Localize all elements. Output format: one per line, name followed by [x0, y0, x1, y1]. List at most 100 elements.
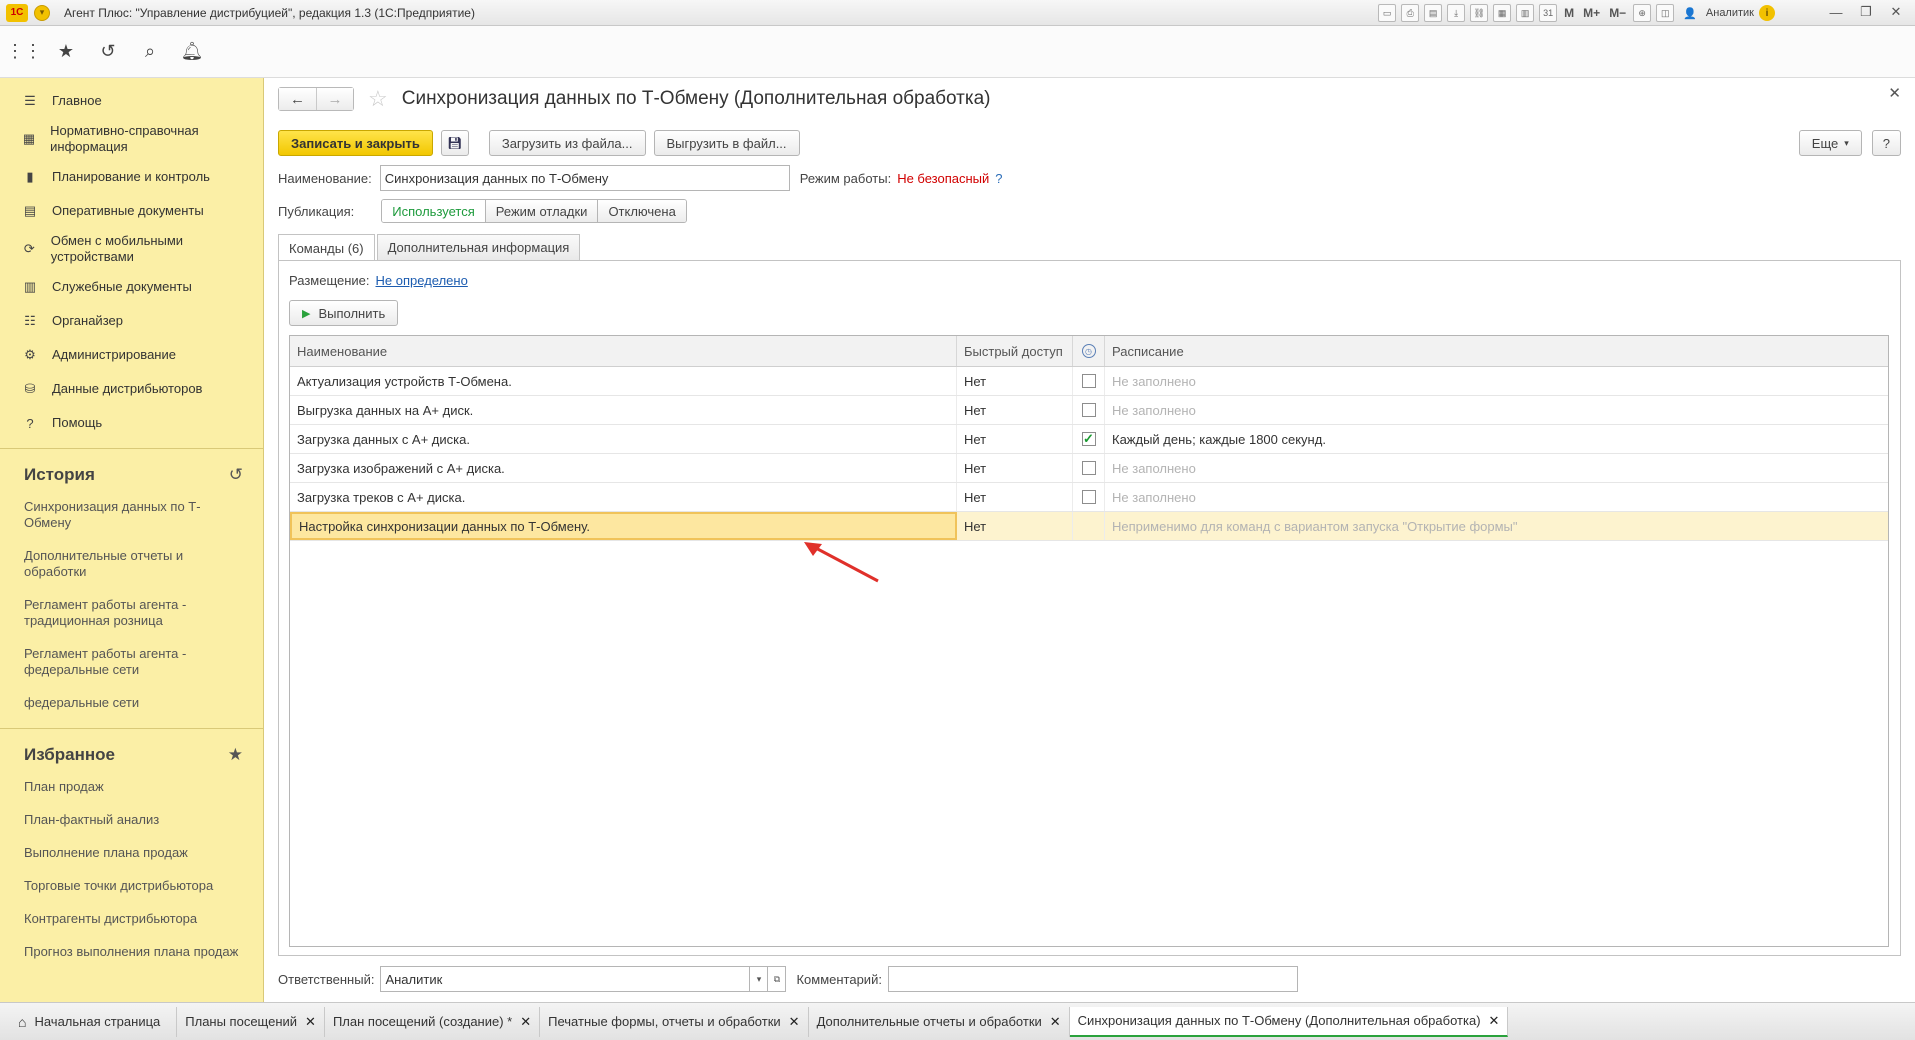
apps-grid-icon[interactable]: ⋮⋮	[6, 41, 42, 62]
favorites-star-icon[interactable]: ★	[228, 745, 243, 765]
sidebar-item-administration[interactable]: ⚙ Администрирование	[0, 338, 263, 372]
bell-icon[interactable]: 🔔︎	[181, 41, 204, 62]
memory-m-icon[interactable]: M	[1562, 6, 1576, 20]
task-tab-visit-plans[interactable]: Планы посещений ✕	[177, 1006, 325, 1037]
search-icon[interactable]: ⌕	[140, 41, 160, 62]
task-tab-home[interactable]: ⌂ Начальная страница	[8, 1006, 178, 1037]
unload-to-file-button[interactable]: Выгрузить в файл...	[653, 130, 800, 156]
history-clock-icon[interactable]: ↺	[229, 465, 243, 485]
schedule-checkbox[interactable]	[1081, 374, 1096, 388]
sidebar-item-distributor-data[interactable]: ⛁ Данные дистрибьюторов	[0, 372, 263, 406]
close-form-icon[interactable]: ✕	[1888, 84, 1901, 102]
history-icon[interactable]: ↺	[98, 41, 118, 62]
main-menu-dropdown-icon[interactable]: ▾	[34, 4, 50, 21]
history-item[interactable]: Дополнительные отчеты и обработки	[0, 548, 263, 580]
column-header-schedule-flag[interactable]: ◷	[1073, 336, 1105, 366]
history-item[interactable]: Синхронизация данных по Т-Обмену	[0, 499, 263, 531]
app-logo-icon[interactable]: 1С	[6, 3, 28, 22]
column-header-name[interactable]: Наименование	[290, 336, 957, 366]
close-window-icon[interactable]: ✕	[1883, 2, 1909, 22]
favorite-item[interactable]: Контрагенты дистрибьютора	[0, 911, 263, 927]
back-arrow-icon[interactable]: ←	[279, 88, 316, 110]
task-tab-additional-reports[interactable]: Дополнительные отчеты и обработки ✕	[809, 1006, 1070, 1037]
calculator-icon[interactable]: ▥	[1516, 4, 1535, 22]
task-tab-print-forms[interactable]: Печатные формы, отчеты и обработки ✕	[540, 1006, 809, 1037]
save-icon[interactable]: ▭	[1378, 4, 1397, 22]
sidebar-item-organizer[interactable]: ☷ Органайзер	[0, 304, 263, 338]
publication-used[interactable]: Используется	[382, 200, 485, 222]
close-tab-icon[interactable]: ✕	[520, 1014, 531, 1030]
attach-icon[interactable]: ⤓	[1447, 4, 1466, 22]
panels-icon[interactable]: ◫	[1656, 4, 1675, 22]
close-tab-icon[interactable]: ✕	[305, 1014, 316, 1030]
favorite-item[interactable]: Торговые точки дистрибьютора	[0, 878, 263, 894]
column-header-quick-access[interactable]: Быстрый доступ	[957, 336, 1073, 366]
tab-additional-info[interactable]: Дополнительная информация	[376, 234, 581, 260]
table-row-selected[interactable]: Настройка синхронизации данных по Т-Обме…	[290, 512, 1888, 541]
favorite-item[interactable]: План-фактный анализ	[0, 812, 263, 828]
help-button[interactable]: ?	[1871, 130, 1901, 156]
mode-help-link[interactable]: ?	[995, 171, 1002, 186]
sidebar-item-service-docs[interactable]: ▥ Служебные документы	[0, 270, 263, 304]
schedule-checkbox[interactable]	[1081, 403, 1096, 417]
current-user[interactable]: Аналитик	[1706, 7, 1754, 19]
publication-debug[interactable]: Режим отладки	[484, 200, 598, 222]
preview-icon[interactable]: ▤	[1424, 4, 1443, 22]
print-icon[interactable]: ⎙	[1401, 4, 1420, 22]
sidebar-item-main[interactable]: ☰ Главное	[0, 84, 263, 118]
link-icon[interactable]: ⛓	[1470, 4, 1489, 22]
table-row[interactable]: Актуализация устройств Т-Обмена. Нет Не …	[290, 367, 1888, 396]
table-row[interactable]: Загрузка треков с А+ диска. Нет Не запол…	[290, 483, 1888, 512]
placement-link[interactable]: Не определено	[376, 273, 468, 288]
tab-commands[interactable]: Команды (6)	[278, 234, 375, 261]
close-tab-icon[interactable]: ✕	[1050, 1014, 1061, 1030]
sidebar-item-help[interactable]: ? Помощь	[0, 406, 263, 440]
form-tabs: Команды (6) Дополнительная информация	[278, 234, 581, 261]
name-field[interactable]: Синхронизация данных по Т-Обмену	[379, 165, 790, 191]
responsible-open-icon[interactable]: ⧉	[768, 966, 787, 992]
table-icon[interactable]: ▦	[1493, 4, 1512, 22]
forward-arrow-icon[interactable]: →	[316, 88, 353, 110]
task-tab-sync-current[interactable]: Синхронизация данных по Т-Обмену (Дополн…	[1069, 1006, 1509, 1037]
table-row[interactable]: Выгрузка данных на А+ диск. Нет Не запол…	[290, 396, 1888, 425]
calendar-icon[interactable]: 31	[1539, 4, 1558, 22]
zoom-icon[interactable]: ⊕	[1633, 4, 1652, 22]
restore-icon[interactable]: ❐	[1853, 2, 1879, 22]
favorite-item[interactable]: Прогноз выполнения плана продаж	[0, 944, 263, 960]
close-tab-icon[interactable]: ✕	[789, 1014, 800, 1030]
close-tab-icon[interactable]: ✕	[1489, 1013, 1500, 1029]
table-row[interactable]: Загрузка изображений с А+ диска. Нет Не …	[290, 454, 1888, 483]
history-item[interactable]: Регламент работы агента - традиционная р…	[0, 597, 263, 629]
task-tab-visit-plan-create[interactable]: План посещений (создание) * ✕	[325, 1006, 541, 1037]
memory-m-plus-icon[interactable]: M+	[1581, 6, 1602, 20]
history-item[interactable]: федеральные сети	[0, 695, 263, 711]
table-row[interactable]: Загрузка данных с А+ диска. Нет ✓ Каждый…	[290, 425, 1888, 454]
column-header-schedule[interactable]: Расписание	[1105, 336, 1888, 366]
publication-disabled[interactable]: Отключена	[597, 200, 686, 222]
minimize-icon[interactable]: —	[1823, 2, 1849, 22]
user-icon: 👤	[1683, 7, 1697, 20]
history-item[interactable]: Регламент работы агента - федеральные се…	[0, 646, 263, 678]
memory-m-minus-icon[interactable]: M−	[1607, 6, 1628, 20]
sidebar-item-reference[interactable]: ▦ Нормативно-справочная информация	[0, 118, 263, 160]
add-favorite-star-icon[interactable]: ☆	[368, 86, 388, 112]
info-icon[interactable]: i	[1759, 5, 1775, 21]
sidebar-item-operational-docs[interactable]: ▤ Оперативные документы	[0, 194, 263, 228]
sidebar-item-planning[interactable]: ▮ Планирование и контроль	[0, 160, 263, 194]
favorite-item[interactable]: План продаж	[0, 779, 263, 795]
schedule-checkbox[interactable]	[1081, 490, 1096, 504]
sidebar-item-mobile-exchange[interactable]: ⟳ Обмен с мобильными устройствами	[0, 228, 263, 270]
comment-field[interactable]	[887, 966, 1298, 992]
responsible-dropdown-icon[interactable]: ▾	[750, 966, 769, 992]
responsible-field[interactable]: Аналитик	[380, 966, 751, 992]
favorites-star-icon[interactable]: ★	[56, 41, 76, 62]
run-button[interactable]: ▶ Выполнить	[289, 300, 399, 326]
schedule-checkbox[interactable]	[1081, 461, 1096, 475]
schedule-checkbox-checked[interactable]: ✓	[1081, 431, 1096, 446]
save-close-button[interactable]: Записать и закрыть	[278, 130, 433, 156]
more-button[interactable]: Еще ▾	[1798, 130, 1862, 156]
load-from-file-button[interactable]: Загрузить из файла...	[488, 130, 646, 156]
cell-quick-access: Нет	[957, 396, 1073, 424]
save-floppy-icon[interactable]: 💾︎	[440, 130, 469, 156]
favorite-item[interactable]: Выполнение плана продаж	[0, 845, 263, 861]
